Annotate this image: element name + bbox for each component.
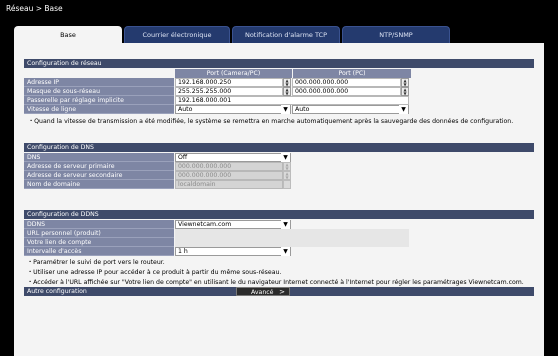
tab-tcp-alarm[interactable]: Notification d'alarme TCP (232, 26, 340, 43)
dropdown-arrow-icon[interactable]: ▼ (281, 105, 290, 114)
line-speed-pc-value: Auto (295, 106, 310, 113)
subnet-mask-camera-field[interactable]: 255.255.255.000 (175, 87, 283, 96)
access-interval-label: Intervalle d'accès (24, 247, 174, 256)
access-interval-value: 1 h (178, 248, 188, 255)
dns-row: DNS Off ▼ (24, 153, 534, 162)
dns-section-title: Configuration de DNS (24, 143, 534, 152)
subnet-mask-pc-spinner[interactable]: ▲ ▼ (401, 87, 409, 96)
personal-url-row: URL personnel (produit) (24, 229, 534, 238)
primary-dns-field[interactable]: 000.000.000.000 (175, 162, 283, 171)
primary-dns-label: Adresse de serveur primaire (24, 162, 174, 171)
line-speed-label: Vitesse de ligne (24, 105, 174, 114)
ip-address-pc-field[interactable]: 000.000.000.000 (292, 78, 401, 87)
subnet-mask-camera-spinner[interactable]: ▲ ▼ (283, 87, 291, 96)
dropdown-arrow-icon[interactable]: ▼ (281, 220, 290, 229)
spin-down-icon[interactable]: ▼ (285, 175, 288, 180)
domain-name-field[interactable]: localdomain (175, 180, 283, 189)
ip-address-pc-spinner[interactable]: ▲ ▼ (401, 78, 409, 87)
primary-dns-row: Adresse de serveur primaire 000.000.000.… (24, 162, 534, 171)
line-speed-camera-value: Auto (178, 106, 193, 113)
tab-ntp-snmp[interactable]: NTP/SNMP (342, 26, 450, 43)
ddns-note-viewnetcam: ・Accéder à l'URL affichée sur "Votre lie… (27, 279, 524, 286)
ddns-select[interactable]: Viewnetcam.com ▼ (175, 220, 291, 229)
access-interval-select[interactable]: 1 h ▼ (175, 247, 291, 256)
ddns-label: DDNS (24, 220, 174, 229)
subnet-mask-label: Masque de sous-réseau (24, 87, 174, 96)
access-interval-row: Intervalle d'accès 1 h ▼ (24, 247, 534, 256)
secondary-dns-row: Adresse de serveur secondaire 000.000.00… (24, 171, 534, 180)
subnet-mask-pc-field[interactable]: 000.000.000.000 (292, 87, 401, 96)
ddns-note-subnet: ・Utiliser une adresse IP pour accéder à … (27, 269, 282, 276)
account-link-label: Votre lien de compte (24, 238, 174, 247)
dropdown-arrow-icon[interactable]: ▼ (281, 247, 290, 256)
dropdown-arrow-icon[interactable]: ▼ (399, 105, 408, 114)
breadcrumb: Réseau > Base (6, 4, 63, 13)
dropdown-arrow-icon[interactable]: ▼ (281, 153, 290, 162)
settings-panel: Configuration de réseau Port (Camera/PC)… (14, 43, 544, 356)
tab-bar: Base Courrier électronique Notification … (14, 26, 544, 43)
ip-address-camera-field[interactable]: 192.168.000.250 (175, 78, 283, 87)
dns-value: Off (178, 154, 188, 161)
ddns-value: Viewnetcam.com (178, 221, 232, 228)
secondary-dns-field[interactable]: 000.000.000.000 (175, 171, 283, 180)
spin-down-icon[interactable]: ▼ (285, 166, 288, 171)
ddns-row: DDNS Viewnetcam.com ▼ (24, 220, 534, 229)
domain-name-spinner[interactable] (283, 180, 291, 189)
domain-name-row: Nom de domaine localdomain (24, 180, 534, 189)
account-link-row: Votre lien de compte (24, 238, 534, 247)
line-speed-row: Vitesse de ligne Auto ▼ Auto ▼ (24, 105, 534, 114)
domain-name-label: Nom de domaine (24, 180, 174, 189)
tab-base[interactable]: Base (14, 26, 122, 43)
spin-down-icon[interactable]: ▼ (285, 91, 288, 96)
spin-down-icon[interactable]: ▼ (285, 82, 288, 87)
primary-dns-spinner[interactable]: ▲ ▼ (283, 162, 291, 171)
line-speed-camera-select[interactable]: Auto ▼ (175, 105, 291, 114)
personal-url-field (175, 229, 409, 238)
spin-down-icon[interactable]: ▼ (403, 91, 406, 96)
default-gateway-label: Passerelle par réglage implicite (24, 96, 174, 105)
line-speed-pc-select[interactable]: Auto ▼ (292, 105, 409, 114)
column-pc: Port (PC) (292, 69, 411, 78)
column-camera-pc: Port (Camera/PC) (174, 69, 292, 78)
ip-address-row: Adresse IP 192.168.000.250 ▲ ▼ 000.000.00… (24, 78, 534, 87)
other-config-label: Autre configuration (27, 288, 87, 295)
ip-address-camera-spinner[interactable]: ▲ ▼ (283, 78, 291, 87)
subnet-mask-row: Masque de sous-réseau 255.255.255.000 ▲ ▼… (24, 87, 534, 96)
dns-label: DNS (24, 153, 174, 162)
advanced-button-label: Avancé (251, 289, 274, 296)
network-column-headers: Port (Camera/PC) Port (PC) (24, 69, 534, 78)
network-section-title: Configuration de réseau (24, 59, 534, 68)
secondary-dns-spinner[interactable]: ▲ ▼ (283, 171, 291, 180)
ddns-note-port: ・Paramétrer le suivi de port vers le rou… (27, 259, 165, 266)
line-speed-note: ・Quand la vitesse de transmission a été … (28, 118, 514, 125)
personal-url-label: URL personnel (produit) (24, 229, 174, 238)
ddns-section-title: Configuration de DDNS (24, 210, 534, 219)
chevron-right-icon: > (279, 288, 285, 296)
other-config-bar: Autre configuration Avancé > (24, 287, 534, 296)
default-gateway-row: Passerelle par réglage implicite 192.168… (24, 96, 534, 105)
account-link-field[interactable] (175, 238, 409, 247)
default-gateway-field[interactable]: 192.168.000.001 (175, 96, 409, 105)
secondary-dns-label: Adresse de serveur secondaire (24, 171, 174, 180)
spin-down-icon[interactable]: ▼ (403, 82, 406, 87)
dns-select[interactable]: Off ▼ (175, 153, 291, 162)
advanced-button[interactable]: Avancé > (236, 287, 290, 296)
ip-address-label: Adresse IP (24, 78, 174, 87)
tab-email[interactable]: Courrier électronique (124, 26, 230, 43)
